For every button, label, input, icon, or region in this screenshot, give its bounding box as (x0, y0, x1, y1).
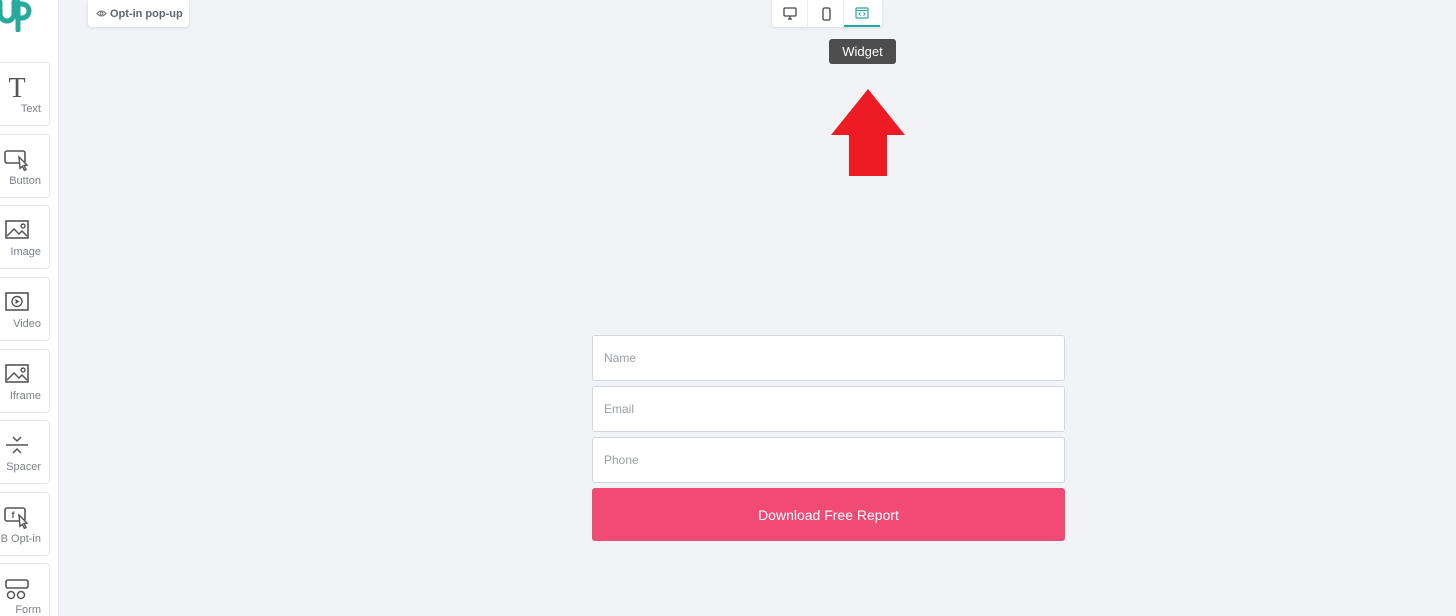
desktop-view-button[interactable] (772, 0, 808, 27)
mobile-icon (821, 6, 831, 21)
app-logo[interactable] (0, 0, 32, 32)
tool-label: Iframe (9, 390, 41, 402)
tool-label: Video (13, 318, 41, 330)
tool-iframe[interactable]: Iframe (0, 349, 50, 413)
optin-label: Opt-in pop-up (110, 7, 183, 20)
button-icon (4, 150, 29, 172)
widget-tooltip: Widget (829, 39, 896, 64)
text-icon: T (8, 73, 25, 101)
image-icon (5, 220, 29, 239)
mobile-view-button[interactable] (808, 0, 844, 27)
tool-image[interactable]: Image (0, 205, 50, 269)
tool-fb-optin[interactable]: f FB Opt-in (0, 492, 50, 556)
red-arrow-up-icon (831, 89, 905, 176)
iframe-icon (5, 364, 29, 383)
widget-icon (855, 6, 869, 19)
tool-label: Form (15, 604, 41, 616)
tool-button[interactable]: Button (0, 134, 50, 198)
optin-form: Download Free Report (592, 335, 1065, 541)
desktop-icon (782, 7, 797, 20)
video-icon (5, 292, 29, 311)
eye-icon (96, 10, 107, 17)
tool-label: Image (10, 246, 41, 258)
download-free-report-button[interactable]: Download Free Report (592, 488, 1065, 541)
svg-text:T: T (8, 73, 25, 101)
preview-optin-popup-button[interactable]: Opt-in pop-up (88, 0, 189, 27)
svg-text:f: f (12, 510, 16, 520)
element-sidebar: T Text Button Image Video Iframe Spacer … (0, 0, 59, 616)
tool-label: FB Opt-in (0, 533, 41, 545)
view-switcher (772, 0, 882, 27)
phone-field[interactable] (592, 437, 1065, 483)
tool-label: Button (9, 175, 41, 187)
tool-text[interactable]: T Text (0, 62, 50, 126)
email-field[interactable] (592, 386, 1065, 432)
tool-video[interactable]: Video (0, 277, 50, 341)
spacer-icon (6, 436, 28, 454)
tool-form[interactable]: Form (0, 563, 50, 616)
tool-spacer[interactable]: Spacer (0, 420, 50, 484)
form-icon (5, 579, 29, 600)
widget-view-button[interactable] (844, 0, 880, 27)
tool-label: Text (20, 103, 41, 115)
fb-optin-icon: f (4, 507, 29, 530)
tool-label: Spacer (6, 461, 41, 473)
name-field[interactable] (592, 335, 1065, 381)
